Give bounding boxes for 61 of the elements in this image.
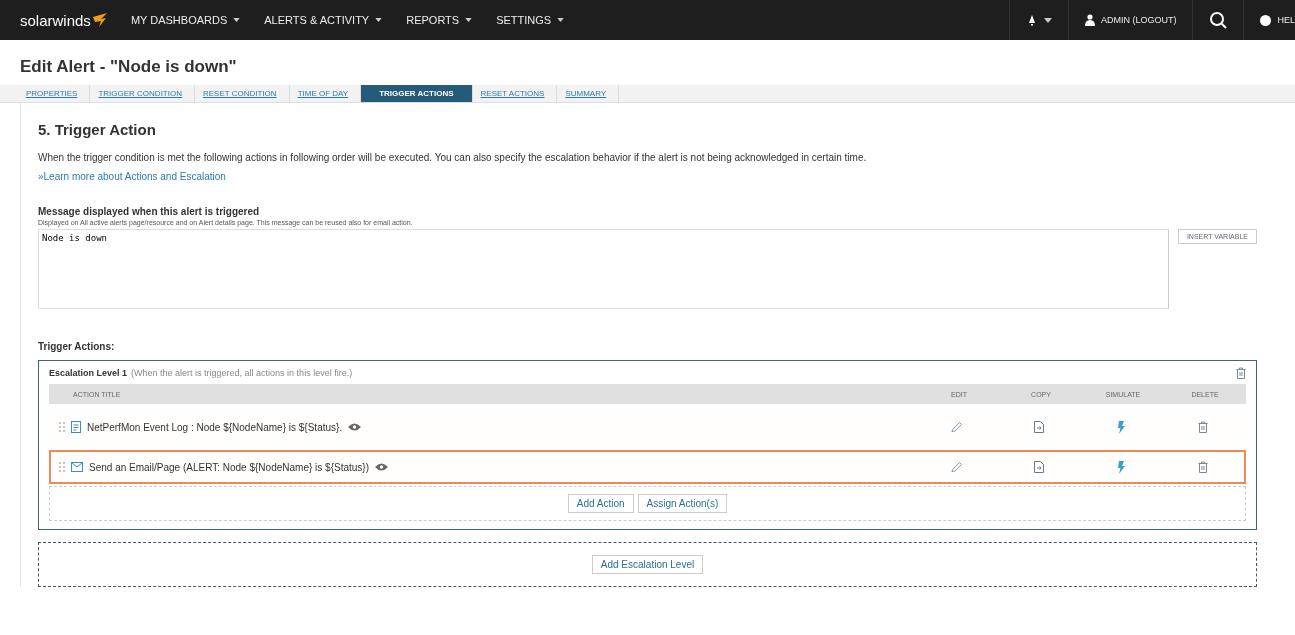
envelope-icon [71,462,83,472]
add-escalation-level-button[interactable]: Add Escalation Level [591,555,704,574]
delete-button[interactable] [1198,421,1208,433]
action-button[interactable]: Add Action [567,494,634,513]
action-button[interactable]: Assign Action(s) [637,494,728,513]
delete-button[interactable] [1198,461,1208,473]
caret-icon [557,18,565,22]
copy-button[interactable] [1034,421,1044,433]
document-icon [71,421,81,433]
search-icon [1209,11,1228,29]
pencil-icon [951,461,963,473]
nav-menu[interactable]: SETTINGS [496,14,565,26]
section-heading: 5. Trigger Action [38,121,157,138]
simulate-button[interactable] [1117,420,1125,434]
wizard-step[interactable]: RESET CONDITION [195,85,290,102]
message-label: Message displayed when this alert is triggered [38,206,261,217]
action-title: NetPerfMon Event Log : Node ${NodeName} is ${Status}. [87,421,343,433]
flame-logo-icon [90,11,109,29]
page-title: Edit Alert - "Node is down" [20,57,238,77]
lightning-icon [1117,420,1125,434]
copy-page-icon [1034,461,1044,473]
message-field[interactable]: Node is down [38,229,1169,309]
logo[interactable]: solarwinds [20,11,109,29]
nav-menu[interactable]: MY DASHBOARDS [130,14,241,26]
escalation-title: Escalation Level 1 [49,368,128,378]
copy-page-icon [1034,421,1044,433]
action-row[interactable]: Send an Email/Page (ALERT: Node ${NodeName} is ${Status}) [49,450,1246,484]
help-link[interactable]: HEL [1243,0,1295,40]
simulate-button[interactable] [1117,460,1125,474]
copy-button[interactable] [1034,461,1044,473]
wizard-step[interactable]: RESET ACTIONS [472,85,558,102]
pencil-icon [951,421,963,433]
caret-icon [233,18,241,22]
wizard-step[interactable]: PROPERTIES [18,85,91,102]
escalation-note: (When the alert is triggered, all actions in this level fire.) [131,368,353,378]
caret-icon [1044,17,1052,23]
delete-level-button[interactable] [1236,367,1246,379]
caret-icon [375,18,383,22]
wizard-step[interactable]: TRIGGER CONDITION [90,85,195,102]
learn-more-link[interactable]: »Learn more about Actions and Escalation [38,171,1257,182]
edit-button[interactable] [951,421,963,433]
trash-icon [1198,421,1208,433]
user-icon [1085,14,1095,26]
caret-icon [465,18,473,22]
section-description: When the trigger condition is met the following actions in following order will be executed. You can also specify the escalation behavior if the alert is not being acknowledged in certain time. [38,152,868,163]
action-title: Send an Email/Page (ALERT: Node ${NodeName} is ${Status}) [89,461,369,473]
trigger-actions-label: Trigger Actions: [38,341,116,352]
nav-menu[interactable]: ALERTS & ACTIVITY [264,14,383,26]
wizard-step[interactable]: SUMMARY [557,85,620,102]
trash-icon [1198,461,1208,473]
drag-handle-icon[interactable] [59,422,65,432]
nav-menu[interactable]: REPORTS [406,14,473,26]
eye-icon[interactable] [348,423,362,431]
lightning-icon [1117,460,1125,474]
bell-icon [1026,14,1038,26]
trash-icon [1236,367,1246,379]
eye-icon[interactable] [375,463,388,471]
edit-button[interactable] [951,461,963,473]
user-logout-link[interactable]: ADMIN (LOGOUT) [1068,0,1193,40]
wizard-step[interactable]: TRIGGER ACTIONS [361,85,473,102]
drag-handle-icon[interactable] [59,462,65,472]
